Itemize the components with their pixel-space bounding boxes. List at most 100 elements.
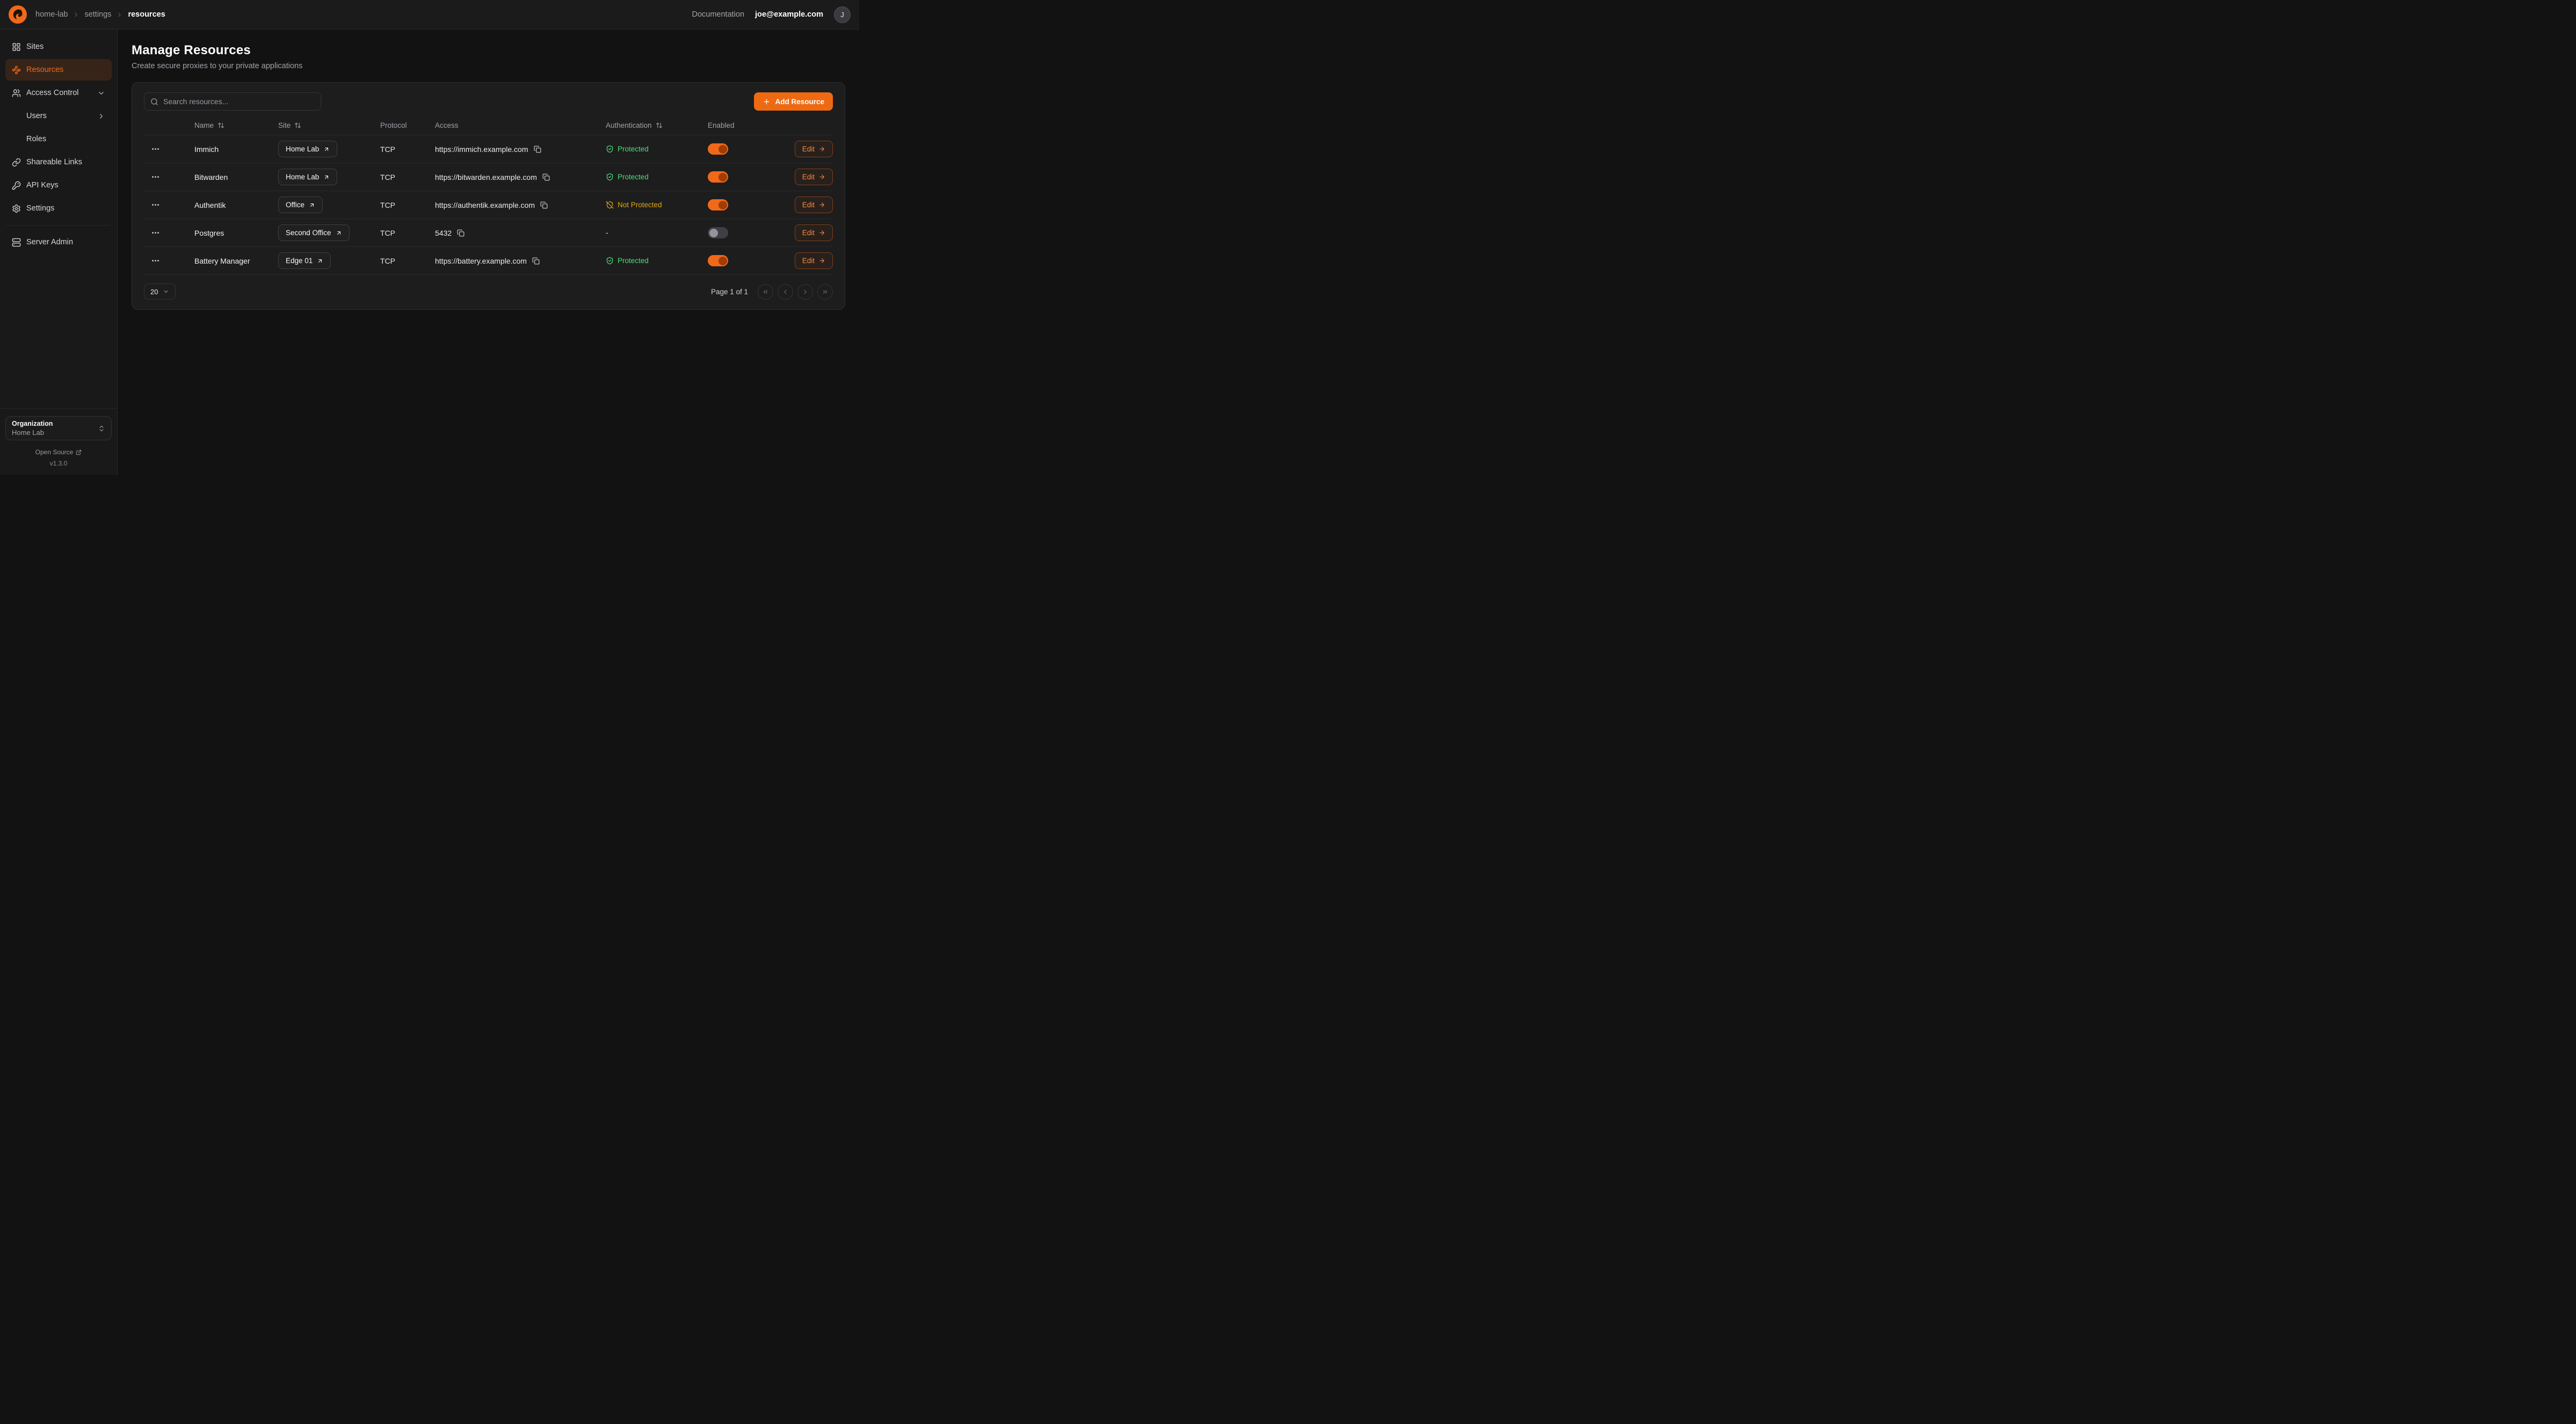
add-resource-button[interactable]: Add Resource bbox=[754, 92, 833, 111]
edit-button[interactable]: Edit bbox=[795, 224, 833, 241]
avatar[interactable]: J bbox=[834, 6, 851, 23]
organization-selector[interactable]: Organization Home Lab bbox=[5, 416, 112, 440]
sort-icon bbox=[217, 122, 224, 129]
search-box[interactable] bbox=[144, 92, 321, 111]
breadcrumb-settings[interactable]: settings bbox=[84, 10, 111, 19]
table-row: Postgres Second Office TCP 5432 - bbox=[144, 219, 833, 247]
resource-protocol: TCP bbox=[380, 173, 435, 181]
auth-label: Protected bbox=[618, 257, 649, 265]
ellipsis-icon bbox=[151, 228, 160, 237]
copy-icon bbox=[542, 173, 550, 181]
sidebar-item-access-control[interactable]: Access Control bbox=[5, 82, 112, 104]
topbar-right: Documentation joe@example.com J bbox=[692, 6, 851, 23]
sidebar-item-label: API Keys bbox=[26, 181, 59, 190]
sidebar-item-label: Resources bbox=[26, 66, 63, 74]
site-link-button[interactable]: Home Lab bbox=[278, 141, 337, 157]
enabled-toggle[interactable] bbox=[708, 255, 728, 266]
page-size-select[interactable]: 20 bbox=[144, 284, 176, 300]
open-source-link[interactable]: Open Source bbox=[5, 448, 112, 456]
edit-button[interactable]: Edit bbox=[795, 252, 833, 269]
copy-icon bbox=[534, 146, 541, 153]
enabled-toggle[interactable] bbox=[708, 227, 728, 238]
breadcrumb-home-lab[interactable]: home-lab bbox=[35, 10, 68, 19]
ellipsis-icon bbox=[151, 144, 160, 154]
arrow-right-icon bbox=[818, 229, 825, 236]
external-link-icon bbox=[76, 449, 82, 455]
user-email[interactable]: joe@example.com bbox=[755, 10, 823, 19]
copy-button[interactable] bbox=[534, 146, 541, 153]
sidebar-item-server-admin[interactable]: Server Admin bbox=[5, 231, 112, 253]
resources-toolbar: Add Resource bbox=[144, 92, 833, 111]
sidebar-item-users[interactable]: Users bbox=[5, 105, 112, 127]
pagination-controls: Page 1 of 1 bbox=[711, 284, 833, 300]
sidebar-item-api-keys[interactable]: API Keys bbox=[5, 175, 112, 196]
column-header-enabled: Enabled bbox=[708, 121, 771, 129]
arrow-up-right-icon bbox=[323, 174, 330, 180]
last-page-button[interactable] bbox=[817, 284, 833, 300]
ellipsis-icon bbox=[151, 172, 160, 181]
link-icon bbox=[12, 158, 21, 167]
chevron-down-icon bbox=[163, 288, 169, 295]
resource-name: Bitwarden bbox=[194, 173, 278, 181]
arrow-up-right-icon bbox=[336, 230, 342, 236]
site-name: Second Office bbox=[286, 229, 331, 237]
edit-label: Edit bbox=[802, 145, 815, 153]
sidebar-nav: Sites Resources Access Control Users Rol… bbox=[5, 36, 112, 253]
sidebar-item-resources[interactable]: Resources bbox=[5, 59, 112, 81]
sidebar-item-roles[interactable]: Roles bbox=[5, 128, 112, 150]
resource-access: https://battery.example.com bbox=[435, 257, 527, 265]
auth-badge: Protected bbox=[606, 257, 708, 265]
enabled-toggle[interactable] bbox=[708, 199, 728, 210]
arrow-right-icon bbox=[818, 257, 825, 264]
pangolin-logo[interactable] bbox=[9, 5, 27, 24]
table-header: Name Site Protocol Access Authentication bbox=[144, 116, 833, 135]
arrow-right-icon bbox=[818, 173, 825, 180]
edit-button[interactable]: Edit bbox=[795, 197, 833, 213]
sidebar-item-settings[interactable]: Settings bbox=[5, 198, 112, 219]
copy-button[interactable] bbox=[542, 173, 550, 181]
sidebar-item-label: Settings bbox=[26, 204, 54, 213]
row-menu-button[interactable] bbox=[147, 226, 163, 241]
copy-button[interactable] bbox=[532, 257, 540, 265]
avatar-initial: J bbox=[840, 11, 844, 19]
next-page-button[interactable] bbox=[797, 284, 813, 300]
first-page-button[interactable] bbox=[758, 284, 773, 300]
resource-name: Battery Manager bbox=[194, 257, 278, 265]
site-link-button[interactable]: Office bbox=[278, 197, 323, 213]
edit-button[interactable]: Edit bbox=[795, 141, 833, 157]
auth-badge: - bbox=[606, 229, 708, 237]
ellipsis-icon bbox=[151, 200, 160, 209]
waypoints-icon bbox=[12, 66, 21, 75]
edit-button[interactable]: Edit bbox=[795, 169, 833, 185]
enabled-toggle[interactable] bbox=[708, 143, 728, 155]
row-menu-button[interactable] bbox=[147, 198, 163, 213]
arrow-right-icon bbox=[818, 201, 825, 208]
sidebar-item-sites[interactable]: Sites bbox=[5, 36, 112, 57]
column-header-site[interactable]: Site bbox=[278, 121, 380, 129]
breadcrumb-separator-icon bbox=[72, 11, 79, 18]
copy-icon bbox=[540, 201, 548, 209]
copy-button[interactable] bbox=[540, 201, 548, 209]
site-link-button[interactable]: Edge 01 bbox=[278, 252, 331, 269]
site-name: Home Lab bbox=[286, 173, 319, 181]
row-menu-button[interactable] bbox=[147, 142, 163, 157]
column-header-name[interactable]: Name bbox=[194, 121, 278, 129]
enabled-toggle[interactable] bbox=[708, 171, 728, 183]
resources-card: Add Resource Name Site P bbox=[132, 82, 845, 310]
sidebar-item-shareable-links[interactable]: Shareable Links bbox=[5, 151, 112, 173]
organization-value: Home Lab bbox=[12, 428, 53, 437]
search-icon bbox=[150, 98, 158, 106]
page-info: Page 1 of 1 bbox=[711, 288, 748, 296]
site-link-button[interactable]: Home Lab bbox=[278, 169, 337, 185]
breadcrumb: home-lab settings resources bbox=[35, 10, 165, 19]
row-menu-button[interactable] bbox=[147, 170, 163, 185]
row-menu-button[interactable] bbox=[147, 253, 163, 268]
documentation-link[interactable]: Documentation bbox=[692, 10, 745, 19]
prev-page-button[interactable] bbox=[778, 284, 793, 300]
resource-protocol: TCP bbox=[380, 257, 435, 265]
column-header-authentication[interactable]: Authentication bbox=[606, 121, 708, 129]
copy-icon bbox=[457, 229, 465, 237]
copy-button[interactable] bbox=[457, 229, 465, 237]
search-input[interactable] bbox=[163, 97, 315, 106]
site-link-button[interactable]: Second Office bbox=[278, 224, 350, 241]
